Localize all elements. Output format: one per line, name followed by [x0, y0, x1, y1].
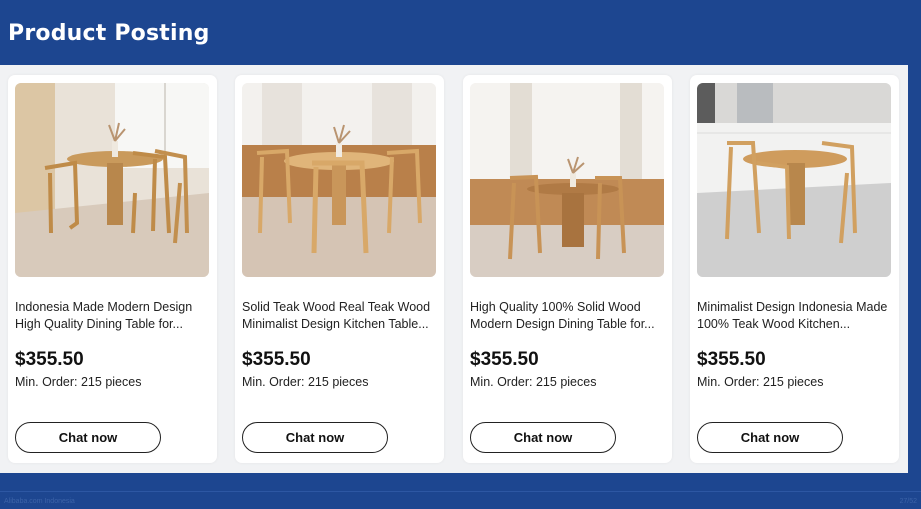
product-price: $355.50	[697, 349, 766, 370]
product-name[interactable]: High Quality 100% Solid Wood Modern Desi…	[470, 299, 664, 333]
chat-now-button[interactable]: Chat now	[470, 422, 616, 453]
product-card[interactable]: Indonesia Made Modern Design High Qualit…	[8, 75, 217, 463]
header-bar: Product Posting	[0, 0, 921, 65]
product-image[interactable]	[15, 83, 209, 277]
min-order: Min. Order: 215 pieces	[470, 375, 597, 389]
footer-divider	[0, 491, 921, 492]
product-card[interactable]: Solid Teak Wood Real Teak Wood Minimalis…	[235, 75, 444, 463]
product-image[interactable]	[697, 83, 891, 277]
product-name[interactable]: Minimalist Design Indonesia Made 100% Te…	[697, 299, 891, 333]
product-list: Indonesia Made Modern Design High Qualit…	[0, 65, 908, 473]
page-number: 27/52	[899, 498, 917, 505]
product-image[interactable]	[242, 83, 436, 277]
footer-source: Alibaba.com Indonesia	[4, 498, 75, 505]
chat-now-button[interactable]: Chat now	[697, 422, 843, 453]
min-order: Min. Order: 215 pieces	[697, 375, 824, 389]
chat-now-button[interactable]: Chat now	[242, 422, 388, 453]
product-price: $355.50	[15, 349, 84, 370]
min-order: Min. Order: 215 pieces	[242, 375, 369, 389]
product-price: $355.50	[470, 349, 539, 370]
page-title: Product Posting	[8, 21, 210, 46]
product-card[interactable]: Minimalist Design Indonesia Made 100% Te…	[690, 75, 899, 463]
product-price: $355.50	[242, 349, 311, 370]
product-card[interactable]: High Quality 100% Solid Wood Modern Desi…	[463, 75, 672, 463]
product-name[interactable]: Solid Teak Wood Real Teak Wood Minimalis…	[242, 299, 436, 333]
product-name[interactable]: Indonesia Made Modern Design High Qualit…	[15, 299, 209, 333]
min-order: Min. Order: 215 pieces	[15, 375, 142, 389]
chat-now-button[interactable]: Chat now	[15, 422, 161, 453]
product-image[interactable]	[470, 83, 664, 277]
